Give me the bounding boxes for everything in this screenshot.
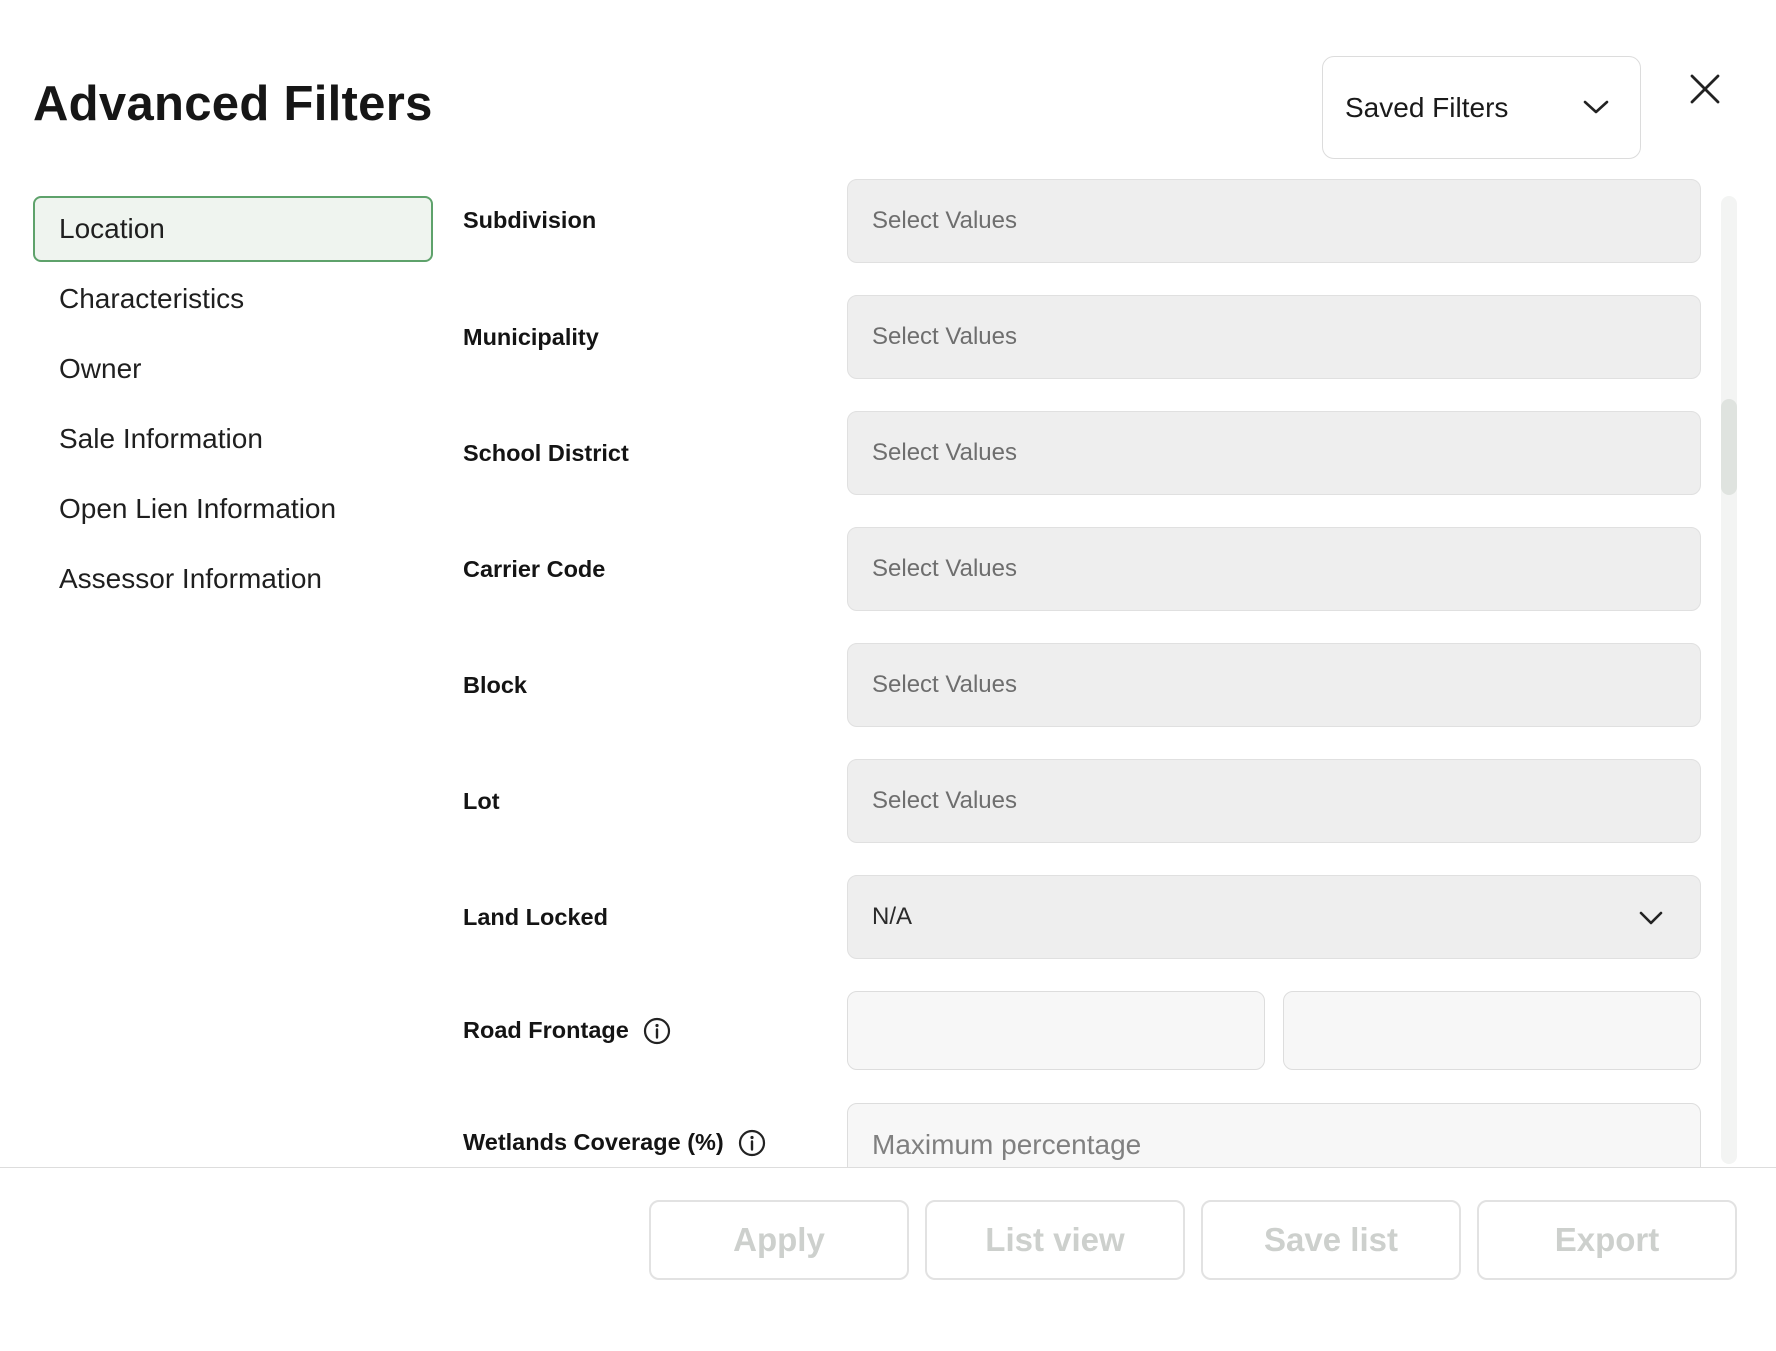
export-button[interactable]: Export	[1477, 1200, 1737, 1280]
close-icon[interactable]	[1688, 72, 1722, 106]
modal-title: Advanced Filters	[33, 77, 433, 131]
carrier-code-label: Carrier Code	[463, 556, 606, 582]
saved-filters-label: Saved Filters	[1345, 91, 1509, 123]
content-scrollbar[interactable]	[1721, 196, 1737, 1164]
wetlands-coverage-label: Wetlands Coverage (%)	[463, 1129, 766, 1157]
lot-placeholder: Select Values	[872, 787, 1017, 814]
scrollbar-thumb[interactable]	[1721, 399, 1737, 495]
school-district-select[interactable]: Select Values	[847, 411, 1701, 495]
nav-item-assessor-information[interactable]: Assessor Information	[33, 546, 433, 612]
municipality-select[interactable]: Select Values	[847, 295, 1701, 379]
chevron-down-icon	[1639, 911, 1663, 925]
filter-category-nav: Location Characteristics Owner Sale Info…	[33, 196, 433, 616]
nav-item-owner[interactable]: Owner	[33, 336, 433, 402]
saved-filters-dropdown[interactable]: Saved Filters	[1322, 56, 1641, 159]
land-locked-value: N/A	[872, 903, 913, 930]
list-view-button[interactable]: List view	[925, 1200, 1185, 1280]
carrier-code-label-text: Carrier Code	[463, 556, 606, 582]
land-locked-label: Land Locked	[463, 904, 608, 930]
block-label-text: Block	[463, 672, 527, 698]
land-locked-label-text: Land Locked	[463, 904, 608, 930]
subdivision-label-text: Subdivision	[463, 207, 597, 233]
block-placeholder: Select Values	[872, 671, 1017, 698]
nav-item-open-lien-information[interactable]: Open Lien Information	[33, 476, 433, 542]
school-district-label: School District	[463, 440, 629, 466]
land-locked-select[interactable]: N/A	[847, 875, 1701, 959]
carrier-code-placeholder: Select Values	[872, 555, 1017, 582]
block-select[interactable]: Select Values	[847, 643, 1701, 727]
municipality-label-text: Municipality	[463, 324, 599, 350]
info-icon[interactable]	[643, 1017, 671, 1045]
road-frontage-label-text: Road Frontage	[463, 1017, 629, 1044]
road-frontage-min-input[interactable]	[847, 991, 1265, 1070]
lot-select[interactable]: Select Values	[847, 759, 1701, 843]
lot-label: Lot	[463, 788, 500, 814]
road-frontage-label: Road Frontage	[463, 1017, 671, 1045]
road-frontage-max-input[interactable]	[1283, 991, 1701, 1070]
subdivision-label: Subdivision	[463, 207, 597, 233]
chevron-down-icon	[1583, 100, 1609, 114]
lot-label-text: Lot	[463, 788, 500, 814]
info-icon[interactable]	[738, 1129, 766, 1157]
school-district-placeholder: Select Values	[872, 439, 1017, 466]
block-label: Block	[463, 672, 527, 698]
nav-item-sale-information[interactable]: Sale Information	[33, 406, 433, 472]
subdivision-placeholder: Select Values	[872, 207, 1017, 234]
apply-button[interactable]: Apply	[649, 1200, 909, 1280]
footer-divider	[0, 1167, 1776, 1168]
advanced-filters-modal: Advanced Filters Saved Filters Location …	[0, 0, 1776, 1351]
municipality-label: Municipality	[463, 324, 599, 350]
nav-item-characteristics[interactable]: Characteristics	[33, 266, 433, 332]
wetlands-coverage-label-text: Wetlands Coverage (%)	[463, 1129, 724, 1156]
save-list-button[interactable]: Save list	[1201, 1200, 1461, 1280]
municipality-placeholder: Select Values	[872, 323, 1017, 350]
school-district-label-text: School District	[463, 440, 629, 466]
nav-item-location[interactable]: Location	[33, 196, 433, 262]
carrier-code-select[interactable]: Select Values	[847, 527, 1701, 611]
subdivision-select[interactable]: Select Values	[847, 179, 1701, 263]
